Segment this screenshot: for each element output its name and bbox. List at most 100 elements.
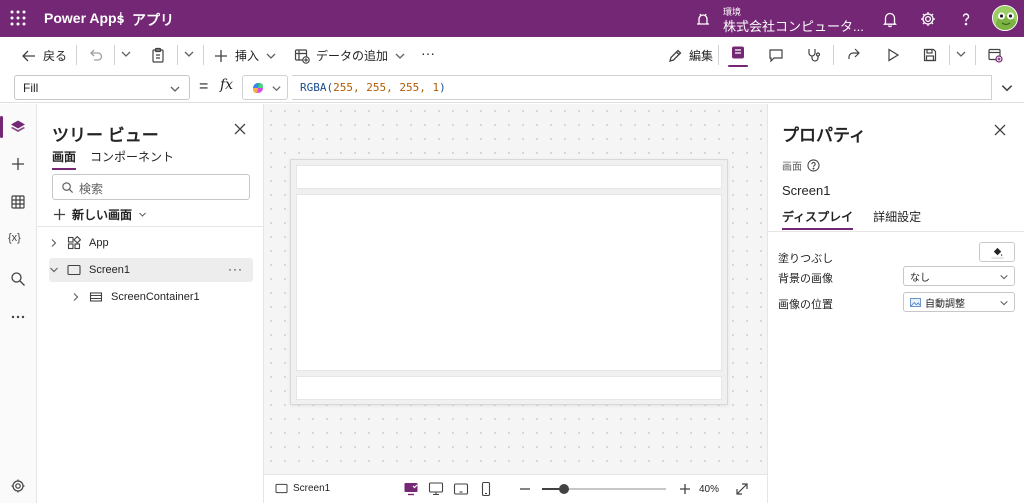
search-placeholder: 検索 (79, 182, 104, 196)
environment-name[interactable]: 株式会社コンピュータ... (723, 16, 864, 35)
divider (718, 45, 719, 65)
app-launcher-icon[interactable] (10, 10, 26, 26)
tree-view-title: ツリー ビュー (52, 126, 159, 145)
notification-bell-icon[interactable] (881, 10, 899, 28)
close-icon[interactable] (233, 122, 247, 136)
tab-advanced[interactable]: 詳細設定 (873, 208, 921, 230)
chevron-down-icon (139, 212, 146, 217)
share-icon[interactable] (846, 47, 862, 63)
tree-item-label: App (89, 237, 109, 249)
zoom-in-plus-icon[interactable] (678, 482, 692, 496)
background-image-dropdown[interactable]: なし (903, 266, 1015, 286)
screen-icon (67, 264, 81, 276)
fill-color-picker-button[interactable] (979, 242, 1015, 262)
formula-arguments: 255, 255, 255, 1 (333, 81, 440, 94)
divider (833, 45, 834, 65)
header-container[interactable] (296, 165, 722, 189)
save-chevron-down-icon[interactable] (955, 48, 967, 60)
zoom-slider-thumb[interactable] (559, 484, 569, 494)
tree-item-screen1[interactable]: Screen1 ··· (49, 258, 253, 282)
tree-item-more-icon[interactable]: ··· (228, 262, 243, 276)
expand-formula-chevron-down-icon[interactable] (1000, 81, 1014, 95)
image-icon (910, 297, 921, 307)
undo-icon[interactable] (88, 47, 104, 63)
paste-chevron-down-icon[interactable] (183, 48, 195, 60)
preview-play-icon[interactable] (885, 47, 901, 63)
phone-layout-icon[interactable] (478, 481, 494, 497)
chevron-down-icon (170, 86, 180, 92)
zoom-slider[interactable] (542, 482, 666, 496)
property-image-position-row: 画像の位置 自動調整 (778, 292, 1015, 312)
user-avatar[interactable] (992, 5, 1018, 31)
help-question-icon[interactable] (807, 159, 820, 172)
back-arrow-icon (22, 50, 35, 61)
paste-clipboard-icon[interactable] (150, 47, 166, 63)
footer-container[interactable] (296, 376, 722, 400)
undo-chevron-down-icon[interactable] (120, 48, 132, 60)
insert-label: 挿入 (235, 49, 260, 63)
equals-sign: = (199, 78, 209, 95)
save-icon[interactable] (922, 47, 938, 63)
formula-input[interactable]: RGBA(255, 255, 255, 1) (292, 75, 992, 100)
tree-view-layers-icon[interactable] (10, 119, 26, 135)
add-data-button[interactable]: データの追加 (294, 47, 406, 64)
image-position-value: 自動調整 (925, 298, 965, 310)
chevron-down-icon (395, 53, 405, 59)
main-container[interactable] (296, 194, 722, 371)
tree-view-toggle-button[interactable] (728, 45, 748, 67)
new-screen-button[interactable]: 新しい画面 (53, 206, 147, 223)
close-icon[interactable] (993, 123, 1007, 137)
background-image-label: 背景の画像 (778, 273, 833, 285)
chevron-down-icon (1000, 274, 1008, 280)
publish-icon[interactable] (987, 47, 1003, 63)
search-input[interactable]: 検索 (52, 174, 250, 200)
chevron-down-icon (266, 53, 276, 59)
variables-icon[interactable]: {x} (8, 232, 28, 248)
background-image-value: なし (910, 272, 930, 284)
new-screen-label: 新しい画面 (72, 208, 133, 222)
insert-button[interactable]: 挿入 (213, 47, 277, 64)
app-checker-stethoscope-icon[interactable] (806, 47, 822, 63)
data-table-icon[interactable] (10, 194, 26, 210)
property-fill-row: 塗りつぶし (778, 242, 1015, 266)
insert-plus-icon[interactable] (10, 156, 26, 172)
environment-icon[interactable] (694, 10, 712, 28)
back-button[interactable]: 戻る (21, 47, 67, 64)
tab-screens[interactable]: 画面 (52, 148, 77, 170)
app-grid-icon (67, 236, 81, 250)
desktop-layout-icon[interactable] (428, 481, 444, 497)
app-title: アプリ (132, 12, 174, 28)
chevron-right-icon (51, 239, 57, 247)
add-data-label: データの追加 (316, 49, 389, 63)
help-question-icon[interactable] (957, 10, 975, 28)
plus-icon (215, 49, 227, 62)
tablet-layout-icon[interactable] (453, 481, 469, 497)
fit-to-window-expand-icon[interactable] (735, 482, 749, 496)
settings-gear-icon[interactable] (919, 10, 937, 28)
screen-preview[interactable] (290, 159, 728, 405)
current-screen-indicator[interactable]: Screen1 (275, 483, 330, 494)
tree-item-screencontainer1[interactable]: ScreenContainer1 (71, 285, 253, 309)
tab-display[interactable]: ディスプレイ (782, 208, 854, 230)
fx-icon: fx (220, 77, 234, 93)
command-bar: 戻る 挿入 データの追加 ··· 編集 (0, 37, 1024, 73)
divider (177, 45, 178, 65)
property-dropdown[interactable]: Fill (14, 75, 190, 100)
more-commands-button[interactable]: ··· (421, 45, 435, 61)
device-preview-active-icon[interactable] (403, 481, 419, 497)
edit-button[interactable]: 編集 (667, 47, 713, 64)
image-position-dropdown[interactable]: 自動調整 (903, 292, 1015, 312)
comments-icon[interactable] (768, 47, 784, 63)
chevron-down-icon (50, 267, 58, 273)
brand-name[interactable]: Power Apps (44, 10, 124, 26)
copilot-button[interactable] (242, 75, 288, 100)
status-bar: Screen1 40% (264, 474, 767, 503)
tab-components[interactable]: コンポーネント (90, 148, 174, 170)
settings-gear-icon[interactable] (10, 478, 26, 494)
zoom-out-minus-icon[interactable] (518, 482, 532, 496)
more-options-icon[interactable] (10, 309, 26, 325)
formula-bar: Fill = fx RGBA(255, 255, 255, 1) (0, 73, 1024, 103)
pencil-icon (669, 49, 682, 62)
search-icon[interactable] (10, 271, 26, 287)
tree-item-app[interactable]: App (49, 231, 253, 255)
